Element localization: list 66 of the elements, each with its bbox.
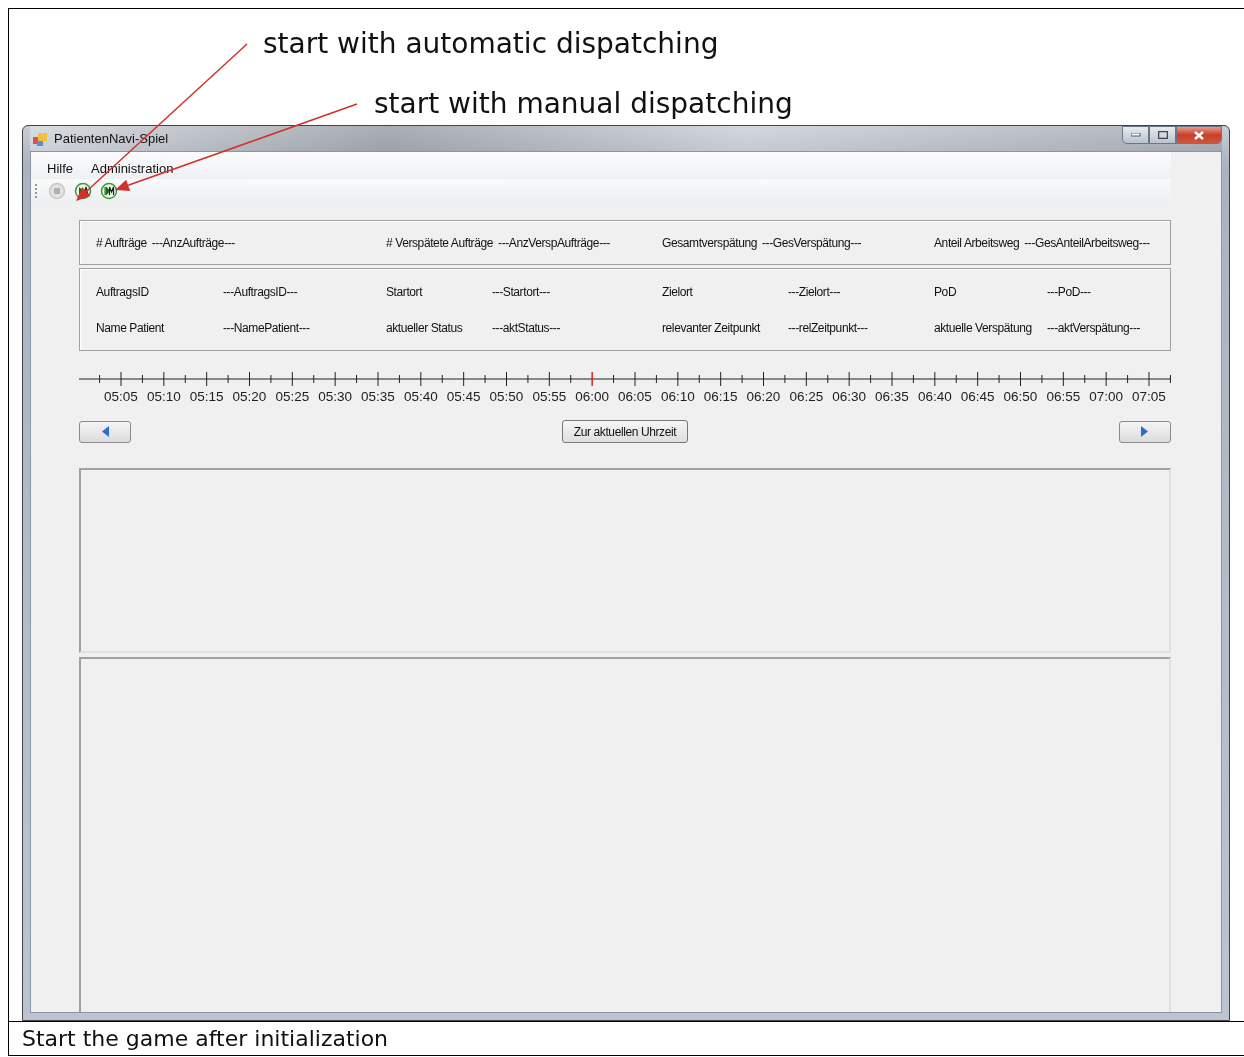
time-label: 05:20 <box>232 389 267 404</box>
play-button[interactable] <box>100 182 118 200</box>
field-value: ---GesAnteilArbeitsweg--- <box>1024 235 1150 250</box>
field-value: ---relZeitpunkt--- <box>788 320 869 335</box>
field-value: ---NamePatient--- <box>223 320 311 335</box>
minimize-icon <box>1130 133 1141 137</box>
field-label: # Verspätete Aufträge <box>386 235 494 250</box>
time-label: 06:30 <box>832 389 867 404</box>
field-label: Startort <box>386 284 424 299</box>
close-icon <box>1194 130 1204 140</box>
triangle-left-icon <box>101 426 109 437</box>
close-button[interactable] <box>1176 126 1222 144</box>
field-value: ---AnzAufträge--- <box>151 235 235 250</box>
time-label: 05:50 <box>489 389 524 404</box>
field-label: Name Patient <box>96 320 166 335</box>
maximize-icon <box>1157 131 1168 139</box>
time-label: 05:10 <box>146 389 181 404</box>
field-label: Gesamtverspätung <box>662 235 757 250</box>
minimize-button[interactable] <box>1122 126 1149 144</box>
time-label: 06:00 <box>575 389 610 404</box>
time-label: 05:55 <box>532 389 567 404</box>
field-label: relevanter Zeitpunkt <box>662 320 762 335</box>
previous-button[interactable] <box>79 420 131 443</box>
field-label: AuftragsID <box>96 284 150 299</box>
time-label: 05:05 <box>104 389 138 404</box>
field-value: ---GesVerspätung--- <box>762 235 862 250</box>
field-value: ---aktVerspätung--- <box>1047 320 1142 335</box>
time-label: 06:35 <box>875 389 909 404</box>
time-label: 06:20 <box>746 389 781 404</box>
time-label: 06:40 <box>917 389 952 404</box>
field-label: aktueller Status <box>386 320 464 335</box>
time-label: 06:25 <box>789 389 824 404</box>
field-value: ---AuftragsID--- <box>223 284 299 299</box>
time-label: 06:55 <box>1046 389 1081 404</box>
time-label: 06:10 <box>660 389 695 404</box>
next-button[interactable] <box>1119 420 1171 443</box>
time-label: 05:45 <box>446 389 481 404</box>
time-label: 06:15 <box>703 389 738 404</box>
field-value: ---Startort--- <box>492 284 551 299</box>
field-label: # Aufträge <box>96 235 147 250</box>
field-label: Zielort <box>662 284 694 299</box>
app-icon <box>32 130 48 147</box>
time-label: 06:05 <box>618 389 652 404</box>
triangle-right-icon <box>1141 426 1149 437</box>
maximize-button[interactable] <box>1149 126 1176 144</box>
field-value: ---aktStatus--- <box>492 320 561 335</box>
field-value: ---PoD--- <box>1047 284 1092 299</box>
field-label: Anteil Arbeitsweg <box>934 235 1020 250</box>
annotation-text: start with automatic dispatching <box>263 27 719 60</box>
menu-item[interactable]: Hilfe <box>47 158 73 179</box>
time-label: 05:15 <box>189 389 224 404</box>
field-label: aktuelle Verspätung <box>934 320 1033 335</box>
figure-caption: Start the game after initialization <box>22 1026 389 1051</box>
time-label: 06:45 <box>960 389 995 404</box>
time-label: 05:30 <box>318 389 353 404</box>
current-time-button[interactable]: Zur aktuellen Uhrzeit <box>561 420 689 443</box>
time-label: 06:50 <box>1003 389 1038 404</box>
time-label: 07:05 <box>1132 389 1166 404</box>
annotation-text: start with manual dispatching <box>374 87 793 120</box>
time-label: 05:25 <box>275 389 310 404</box>
time-label: 07:00 <box>1089 389 1124 404</box>
field-label: PoD <box>934 284 958 299</box>
field-value: ---Zielort--- <box>788 284 842 299</box>
field-value: ---AnzVerspAufträge--- <box>498 235 610 250</box>
time-label: 05:35 <box>361 389 395 404</box>
time-label: 05:40 <box>403 389 438 404</box>
